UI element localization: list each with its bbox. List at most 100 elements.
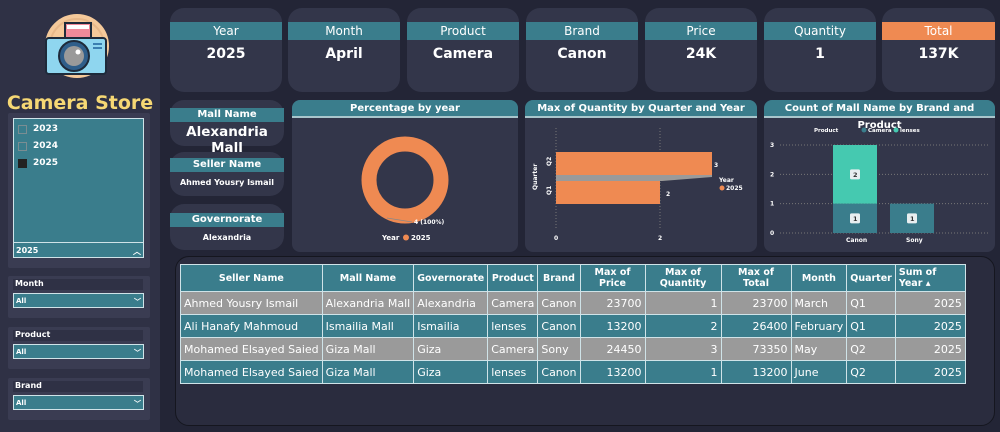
table-cell: Canon — [537, 291, 581, 315]
kpi-product: Product Camera — [407, 8, 519, 92]
product-dropdown[interactable]: All ﹀ — [13, 344, 144, 359]
card-value: Alexandria — [202, 233, 252, 242]
funnel-connector — [556, 175, 712, 181]
table-cell: Giza Mall — [321, 360, 415, 384]
table-cell: June — [790, 360, 848, 384]
table-cell: May — [790, 337, 848, 361]
table-cell: Canon — [537, 360, 581, 384]
donut-chart: 4 (100%) Year 2025 — [361, 136, 449, 242]
kpi-label: Month — [288, 22, 400, 40]
month-value: All — [16, 297, 27, 305]
table-cell: Giza — [413, 337, 489, 361]
table-cell: 13200 — [720, 360, 792, 384]
column-header[interactable]: Brand — [537, 264, 581, 292]
table-cell: lenses — [487, 314, 539, 338]
column-header[interactable]: Month — [790, 264, 848, 292]
kpi-label: Total — [882, 22, 995, 40]
kpi-value: 1 — [815, 46, 825, 62]
funnel-chart-card: Max of Quantity by Quarter and Year 3 2 … — [525, 100, 757, 252]
option-label: 2023 — [33, 124, 59, 134]
kpi-brand: Brand Canon — [526, 8, 638, 92]
column-header[interactable]: Quarter — [846, 264, 896, 292]
bar-q2[interactable] — [556, 152, 712, 175]
kpi-label: Price — [645, 22, 757, 40]
mall-name-card: Mall Name Alexandria Mall — [170, 100, 284, 156]
chart-title: Count of Mall Name by Brand and Product — [764, 100, 995, 131]
kpi-quantity: Quantity 1 — [764, 8, 876, 92]
kpi-year: Year 2025 — [170, 8, 282, 92]
kpi-price: Price 24K — [645, 8, 757, 92]
category-label: Q2 — [546, 157, 553, 166]
column-chart-card: Count of Mall Name by Brand and Product … — [764, 100, 995, 252]
axis-title: Quarter — [532, 164, 539, 190]
legend-marker — [893, 127, 899, 133]
year-option-2024[interactable]: 2024 — [18, 141, 58, 151]
data-label: 1 — [910, 215, 915, 223]
y-tick: 3 — [770, 142, 774, 149]
legend-marker — [403, 234, 409, 241]
table-cell: 13200 — [579, 314, 646, 338]
checkbox[interactable] — [18, 141, 27, 151]
donut-slice-2025[interactable] — [361, 136, 449, 224]
brand-dropdown[interactable]: All ﹀ — [13, 395, 144, 410]
sort-ascending-icon: ▴ — [922, 278, 931, 289]
camera-logo-icon — [43, 12, 111, 80]
kpi-value: 137K — [918, 46, 959, 62]
table-cell: Sony — [537, 337, 581, 361]
option-label: 2025 — [33, 158, 59, 168]
year-option-2025[interactable]: 2025 — [18, 158, 58, 168]
kpi-label: Year — [170, 22, 282, 40]
legend-title: Product — [814, 128, 839, 134]
seller-name-card: Seller Name Ahmed Yousry Ismail — [170, 152, 284, 196]
checkbox[interactable] — [18, 158, 27, 168]
column-header[interactable]: Mall Name — [321, 264, 415, 292]
x-tick: Sony — [906, 237, 923, 244]
legend-label: Camera — [868, 128, 892, 134]
x-tick: Canon — [846, 237, 867, 244]
brand-label: Brand — [13, 381, 143, 392]
x-tick: 2 — [658, 235, 662, 242]
year-slicer-list[interactable]: 2023 2024 2025 2025 ︿ — [13, 118, 144, 258]
data-label: 2 — [666, 191, 670, 198]
table-cell: Ismailia — [413, 314, 489, 338]
table-row[interactable]: Ahmed Yousry Ismail Alexandria Mall Alexan… — [180, 291, 966, 315]
table-cell: 13200 — [579, 360, 646, 384]
app-title: Camera Store — [6, 92, 154, 114]
table-row[interactable]: Mohamed Elsayed Saied Giza Mall Giza lenses… — [180, 360, 966, 384]
legend-title: Year — [718, 177, 734, 184]
donut-chart-card: Percentage by year 4 (100%) Year 2025 — [292, 100, 518, 252]
mall-count-chart: 0 1 2 3 Product Camera lenses 1 2 1 Canon Son… — [770, 127, 989, 244]
year-option-2023[interactable]: 2023 — [18, 124, 58, 134]
column-header[interactable]: Max of Total — [720, 264, 792, 292]
legend-marker — [719, 185, 725, 191]
table-row[interactable]: Mohamed Elsayed Saied Giza Mall Giza Camera… — [180, 337, 966, 361]
sales-table: Seller Name Mall Name Governorate Product Br… — [180, 264, 966, 384]
column-header[interactable]: Max of Price — [579, 264, 646, 292]
table-cell: lenses — [487, 360, 539, 384]
year-dropdown[interactable]: 2025 ︿ — [14, 242, 143, 257]
chart-title: Percentage by year — [292, 100, 518, 118]
year-selected: 2025 — [16, 246, 39, 255]
column-header[interactable]: Sum of Year ▴ — [894, 264, 966, 292]
column-header[interactable]: Seller Name — [180, 264, 323, 292]
table-cell: Canon — [537, 314, 581, 338]
checkbox[interactable] — [18, 124, 27, 134]
kpi-value: 24K — [685, 46, 717, 62]
column-header[interactable]: Product — [487, 264, 539, 292]
card-label: Governorate — [170, 213, 284, 227]
bar-q1[interactable] — [556, 181, 660, 204]
month-dropdown[interactable]: All ﹀ — [13, 293, 144, 308]
chevron-down-icon: ﹀ — [134, 349, 141, 357]
category-label: Q1 — [546, 186, 553, 195]
table-cell: February — [790, 314, 848, 338]
column-header[interactable]: Max of Quantity — [644, 264, 722, 292]
table-cell: Q1 — [846, 314, 896, 338]
legend-title: Year — [381, 234, 400, 242]
data-label: 4 (100%) — [414, 219, 445, 226]
table-cell: 2025 — [894, 337, 966, 361]
data-label: 2 — [853, 171, 858, 179]
kpi-label: Quantity — [764, 22, 876, 40]
column-header[interactable]: Governorate — [413, 264, 489, 292]
table-row[interactable]: Ali Hanafy Mahmoud Ismailia Mall Ismailia l… — [180, 314, 966, 338]
table-cell: Q2 — [846, 360, 896, 384]
